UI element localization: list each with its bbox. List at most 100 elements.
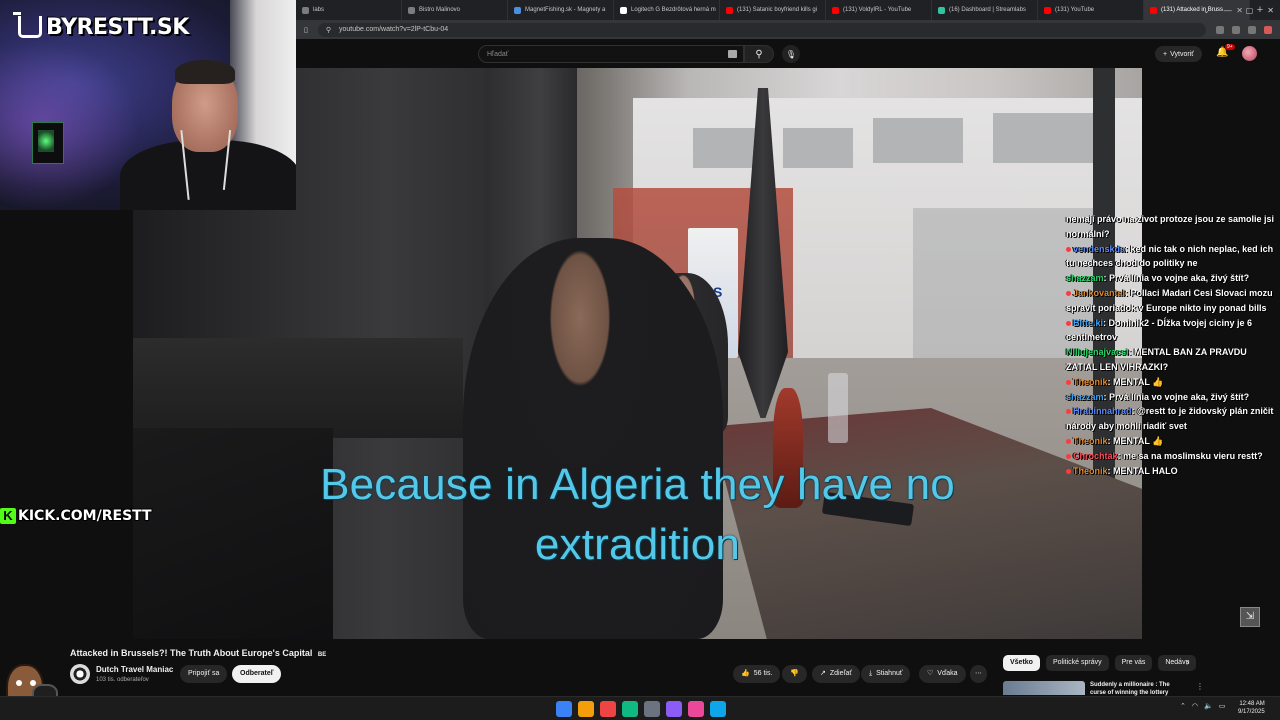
maximize-icon[interactable]: ▢ (1246, 6, 1254, 15)
chat-message: nemají právo na zivot protoze jsou ze sa… (1064, 212, 1280, 242)
subscribe-button[interactable]: Odberateľ (232, 665, 282, 683)
filter-chip[interactable]: Nedávn (1158, 655, 1197, 671)
channel-name[interactable]: Dutch Travel Maniac (96, 665, 173, 674)
url-field[interactable]: ⚲ youtube.com/watch?v=2lP-tCbu-04 (317, 22, 1206, 37)
search-button[interactable]: ⚲ (744, 45, 774, 63)
tab-favicon-icon (620, 6, 627, 14)
tab-label: Logitech G Bezdrôtová herná m (631, 7, 716, 13)
youtube-masthead: Hľadať ⚲ 🎙 + Vytvoriť 🔔 9+ (296, 39, 1280, 69)
chat-username[interactable]: shazzam (1066, 392, 1104, 402)
recommended-video-menu-icon[interactable]: ⋮ (1196, 682, 1204, 691)
keyboard-icon[interactable] (728, 50, 737, 58)
bookmark-icon[interactable]: ▯ (304, 26, 308, 34)
video-window (993, 113, 1093, 163)
join-button[interactable]: Pripojiť sa (180, 665, 228, 683)
tray-volume-icon[interactable]: 🔈 (1204, 702, 1213, 710)
logo-text: BYRESTT.SK (46, 14, 189, 40)
recommended-video-thumbnail[interactable] (1003, 681, 1085, 695)
chat-username[interactable]: Chrochtak (1073, 451, 1118, 461)
browser-tab[interactable]: (16) Dashboard | Streamlabs (932, 0, 1038, 20)
subscriber-count: 103 tis. odberateľov (96, 677, 149, 683)
browser-tab[interactable]: (131) VoldyIRL - YouTube (826, 0, 932, 20)
extension-icon[interactable] (1216, 25, 1224, 34)
tab-label: Bistro Malinovo (419, 7, 461, 13)
video-counter (133, 338, 463, 438)
share-button[interactable]: ↗ Zdieľať (812, 665, 861, 683)
address-bar: ▯ ⚲ youtube.com/watch?v=2lP-tCbu-04 (296, 20, 1280, 39)
tab-favicon-icon (726, 6, 733, 14)
chat-text: MENTAL 👍 (1113, 376, 1164, 387)
chat-username[interactable]: Theonik (1073, 377, 1108, 387)
extension-icon[interactable] (1248, 25, 1256, 34)
taskbar-app-icon[interactable] (622, 701, 638, 717)
share-icon: ↗ (820, 670, 826, 677)
chat-username[interactable]: Theonik (1073, 466, 1108, 476)
filter-chip[interactable]: Pre vás (1114, 655, 1153, 671)
recommended-video-title[interactable]: Suddenly a millionaire : The curse of wi… (1090, 681, 1185, 697)
stream-chat: nemají právo na zivot protoze jsou ze sa… (1064, 212, 1280, 478)
video-title-flag: BE (317, 652, 327, 658)
chat-text: nemají právo na zivot protoze jsou ze sa… (1066, 214, 1275, 239)
browser-tab[interactable]: (131) YouTube (1038, 0, 1144, 20)
browser-tab[interactable]: labs (296, 0, 402, 20)
chevron-right-icon[interactable]: › (1186, 657, 1189, 668)
taskbar-app-icon[interactable] (710, 701, 726, 717)
chat-message: Hrabinnahrad: @restt to je židovský plán… (1064, 404, 1280, 434)
chat-badge-icon (1066, 453, 1071, 459)
thanks-button[interactable]: ♡ Vďaka (919, 665, 966, 683)
download-button[interactable]: ⤓ Stiahnuť (861, 665, 911, 683)
like-button[interactable]: 👍 56 tis. (733, 665, 781, 683)
taskbar-app-icons (556, 701, 726, 717)
byrestt-logo: BYRESTT.SK (13, 12, 189, 42)
search-input[interactable]: Hľadať (478, 45, 744, 63)
filter-chip[interactable]: Politické správy (1045, 655, 1109, 671)
account-avatar[interactable] (1242, 46, 1257, 61)
more-actions-button[interactable]: ⋯ (970, 665, 987, 683)
create-button[interactable]: + Vytvoriť (1155, 46, 1202, 62)
create-label: Vytvoriť (1170, 50, 1194, 58)
voice-search-button[interactable]: 🎙 (782, 45, 800, 63)
chevron-down-icon[interactable]: ⌄ (1203, 6, 1210, 15)
taskbar-app-icon[interactable] (600, 701, 616, 717)
tray-chevron-up-icon[interactable]: ⌃ (1180, 702, 1186, 710)
chat-message: vendenskda: ked nic tak o nich neplac, k… (1064, 242, 1280, 272)
channel-avatar[interactable] (70, 664, 90, 684)
tray-battery-icon[interactable]: ▭ (1219, 702, 1226, 710)
chat-username[interactable]: shazzam (1066, 273, 1104, 283)
chat-message: Theonik: MENTAL 👍 (1064, 434, 1280, 449)
chat-username[interactable]: Bitte.ki (1073, 318, 1103, 328)
chat-badge-icon (1066, 291, 1071, 297)
taskbar-clock[interactable]: 12:48 AM 9/17/2025 (1238, 700, 1265, 716)
taskbar-app-icon[interactable] (688, 701, 704, 717)
chat-text: Prvá línia vo vojne aka, živý štít? (1109, 391, 1250, 402)
chat-badge-icon (1066, 320, 1071, 326)
browser-tab[interactable]: (131) Satanic boyfriend kills gi (720, 0, 826, 20)
filter-chip[interactable]: Všetko (1003, 655, 1040, 671)
chat-username[interactable]: vendenskda (1073, 244, 1125, 254)
close-icon[interactable]: ✕ (1267, 6, 1274, 15)
chat-username[interactable]: Theonik (1073, 436, 1108, 446)
chat-badge-icon (1066, 439, 1071, 445)
chat-username[interactable]: Jankovantal (1073, 288, 1125, 298)
minimize-icon[interactable]: — (1224, 6, 1232, 15)
browser-tab[interactable]: Logitech G Bezdrôtová herná m (614, 0, 720, 20)
site-info-icon[interactable]: ⚲ (326, 26, 331, 34)
extension-icon[interactable] (1264, 25, 1272, 34)
taskbar-app-icon[interactable] (556, 701, 572, 717)
windows-taskbar: ⌃ ◠ 🔈 ▭ 12:48 AM 9/17/2025 (0, 696, 1280, 720)
webcam-streamer-hair (175, 60, 235, 84)
dislike-button[interactable]: 👎 (782, 665, 807, 683)
tray-network-icon[interactable]: ◠ (1192, 702, 1198, 710)
url-text: youtube.com/watch?v=2lP-tCbu-04 (339, 26, 449, 33)
taskbar-app-icon[interactable] (644, 701, 660, 717)
extension-icon[interactable] (1232, 25, 1240, 34)
browser-tab[interactable]: Bistro Malinovo (402, 0, 508, 20)
chat-username[interactable]: Hrabinnahrad (1073, 406, 1132, 416)
miniplayer-icon[interactable]: ⇲ (1240, 607, 1260, 627)
taskbar-app-icon[interactable] (666, 701, 682, 717)
video-person-foreground (463, 238, 723, 639)
browser-tab[interactable]: MagnetFishing.sk - Magnety a (508, 0, 614, 20)
taskbar-app-icon[interactable] (578, 701, 594, 717)
chat-username[interactable]: Nillujenajvacsi (1066, 347, 1129, 357)
video-title: Attacked in Brussels?! The Truth About E… (70, 648, 326, 658)
